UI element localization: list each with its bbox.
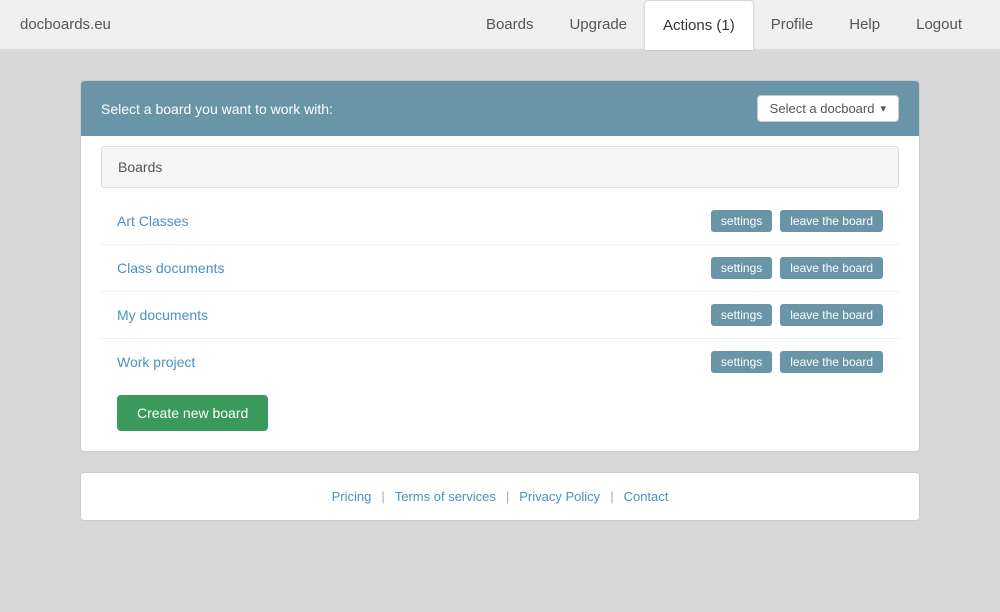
board-row-actions-work-project: settings leave the board xyxy=(711,351,883,373)
board-rows-container: Art Classessettingsleave the boardClass … xyxy=(101,198,899,385)
leave-button-art-classes[interactable]: leave the board xyxy=(780,210,883,232)
board-row-actions-my-documents: settings leave the board xyxy=(711,304,883,326)
board-row: Class documents settings leave the board xyxy=(101,245,899,292)
nav-upgrade[interactable]: Upgrade xyxy=(551,0,645,49)
board-row: Work project settings leave the board xyxy=(101,339,899,385)
nav-items: Boards Upgrade Actions (1) Profile Help … xyxy=(468,0,980,49)
board-row: Art Classes settings leave the board xyxy=(101,198,899,245)
footer-sep-3: | xyxy=(610,489,613,504)
leave-button-class-documents[interactable]: leave the board xyxy=(780,257,883,279)
settings-button-work-project[interactable]: settings xyxy=(711,351,772,373)
footer-sep-1: | xyxy=(381,489,384,504)
boards-subheader: Boards xyxy=(101,146,899,188)
create-new-board-button[interactable]: Create new board xyxy=(117,395,268,431)
brand-name: docboards.eu xyxy=(20,16,111,33)
footer-link-contact[interactable]: Contact xyxy=(624,489,669,504)
leave-button-my-documents[interactable]: leave the board xyxy=(780,304,883,326)
nav-boards[interactable]: Boards xyxy=(468,0,552,49)
settings-button-class-documents[interactable]: settings xyxy=(711,257,772,279)
board-panel-header: Select a board you want to work with: Se… xyxy=(81,81,919,136)
select-board-label: Select a board you want to work with: xyxy=(101,101,333,117)
main-content: Select a board you want to work with: Se… xyxy=(0,50,1000,551)
board-row: My documents settings leave the board xyxy=(101,292,899,339)
nav-logout[interactable]: Logout xyxy=(898,0,980,49)
footer-link-pricing[interactable]: Pricing xyxy=(332,489,372,504)
select-docboard-button[interactable]: Select a docboard xyxy=(757,95,899,122)
settings-button-art-classes[interactable]: settings xyxy=(711,210,772,232)
footer-link-privacy[interactable]: Privacy Policy xyxy=(519,489,600,504)
nav-help[interactable]: Help xyxy=(831,0,898,49)
board-panel-body: Boards Art Classes settings leave the boar… xyxy=(81,136,919,451)
board-panel: Select a board you want to work with: Se… xyxy=(80,80,920,452)
board-row-name-my-documents[interactable]: My documents xyxy=(117,307,208,323)
board-row-actions-art-classes: settings leave the board xyxy=(711,210,883,232)
board-row-name-art-classes[interactable]: Art Classes xyxy=(117,213,189,229)
board-row-actions-class-documents: settings leave the board xyxy=(711,257,883,279)
nav-profile[interactable]: Profile xyxy=(753,0,832,49)
nav-actions[interactable]: Actions (1) xyxy=(645,1,753,50)
footer-sep-2: | xyxy=(506,489,509,504)
footer-link-terms[interactable]: Terms of services xyxy=(395,489,496,504)
settings-button-my-documents[interactable]: settings xyxy=(711,304,772,326)
footer-panel: Pricing | Terms of services | Privacy Po… xyxy=(80,472,920,521)
board-row-name-class-documents[interactable]: Class documents xyxy=(117,260,224,276)
navbar: docboards.eu Boards Upgrade Actions (1) … xyxy=(0,0,1000,50)
leave-button-work-project[interactable]: leave the board xyxy=(780,351,883,373)
board-row-name-work-project[interactable]: Work project xyxy=(117,354,195,370)
